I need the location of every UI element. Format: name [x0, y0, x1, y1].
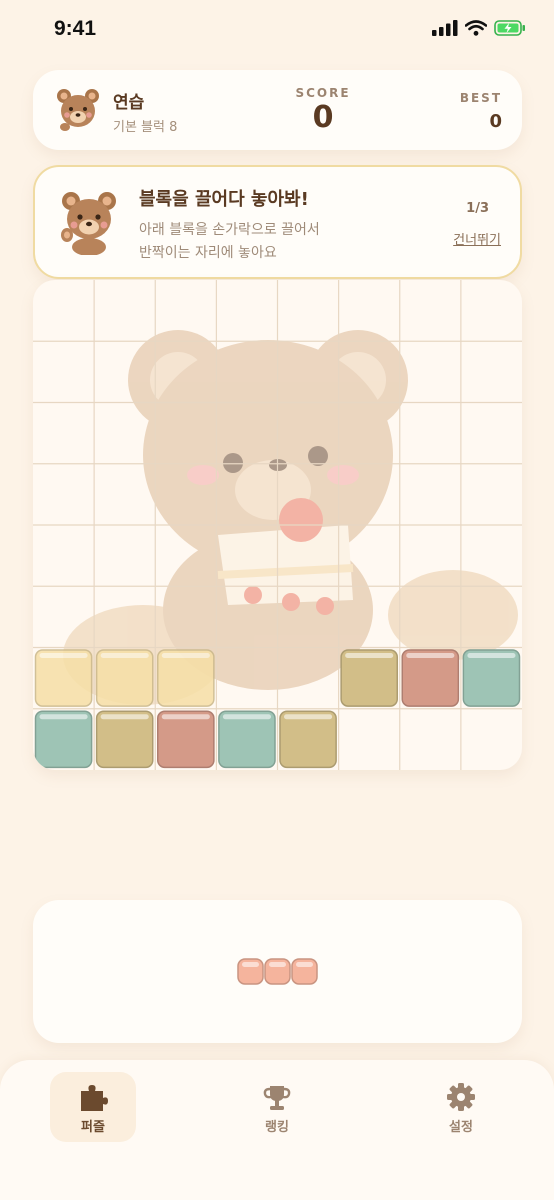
- tray-canvas: [237, 958, 318, 985]
- tab-label-puzzle: 퍼즐: [81, 1120, 105, 1135]
- tab-puzzle[interactable]: 퍼즐: [50, 1072, 136, 1142]
- skip-tutorial-button[interactable]: 건너뛰기: [453, 229, 501, 248]
- board-block: [218, 710, 276, 769]
- mode-title: 연습: [113, 93, 145, 113]
- bear-avatar: [55, 87, 101, 137]
- status-bar: 9:41: [0, 0, 554, 60]
- placement-hint-cell: [157, 649, 215, 707]
- tutorial-line-1: 아래 블록을 손가락으로 끌어서: [139, 222, 320, 238]
- tab-label-ranking: 랭킹: [265, 1120, 289, 1135]
- status-time: 9:41: [54, 17, 97, 40]
- score-header: 연습 기본 블럭 8 SCORE 0 BEST 0: [33, 70, 522, 150]
- puzzle-icon: [81, 1085, 108, 1111]
- board-block: [401, 649, 460, 707]
- game-board[interactable]: [33, 280, 522, 770]
- board-block: [279, 710, 337, 769]
- signal-icon: [432, 20, 458, 36]
- mode-subtitle: 기본 블럭 8: [113, 120, 178, 135]
- board-grid: [33, 280, 522, 770]
- best-value: 0: [489, 111, 502, 132]
- battery-icon: [494, 20, 525, 36]
- tutorial-title: 블록을 끌어다 놓아봐!: [139, 189, 309, 210]
- score-label: SCORE: [295, 86, 351, 100]
- tutorial-card: 블록을 끌어다 놓아봐! 아래 블록을 손가락으로 끌어서 반짝이는 자리에 놓…: [33, 165, 522, 279]
- waving-bear-illustration: [59, 189, 119, 259]
- piece-tray: [33, 900, 522, 1043]
- placement-hint-cell: [95, 649, 154, 707]
- tab-label-settings: 설정: [449, 1120, 473, 1135]
- best-label: BEST: [459, 91, 502, 105]
- tray-piece-block: [291, 958, 318, 985]
- tutorial-line-2: 반짝이는 자리에 놓아요: [139, 245, 277, 261]
- tab-settings[interactable]: 설정: [418, 1072, 504, 1142]
- placement-hint-cell: [34, 649, 93, 707]
- tab-ranking[interactable]: 랭킹: [234, 1072, 320, 1142]
- status-icons: [432, 20, 526, 36]
- tray-piece-block: [264, 958, 291, 985]
- tray-piece-block: [237, 958, 264, 985]
- trophy-icon: [263, 1086, 291, 1110]
- board-block: [95, 710, 154, 769]
- tab-bar: 퍼즐 랭킹 설정: [0, 1060, 554, 1200]
- score-value: 0: [312, 100, 334, 135]
- board-block: [34, 710, 93, 769]
- board-block: [462, 649, 521, 707]
- wifi-icon: [465, 20, 487, 36]
- tutorial-step-indicator: 1/3: [466, 201, 489, 216]
- board-block: [340, 649, 398, 707]
- board-block: [157, 710, 215, 769]
- gear-icon: [447, 1083, 475, 1111]
